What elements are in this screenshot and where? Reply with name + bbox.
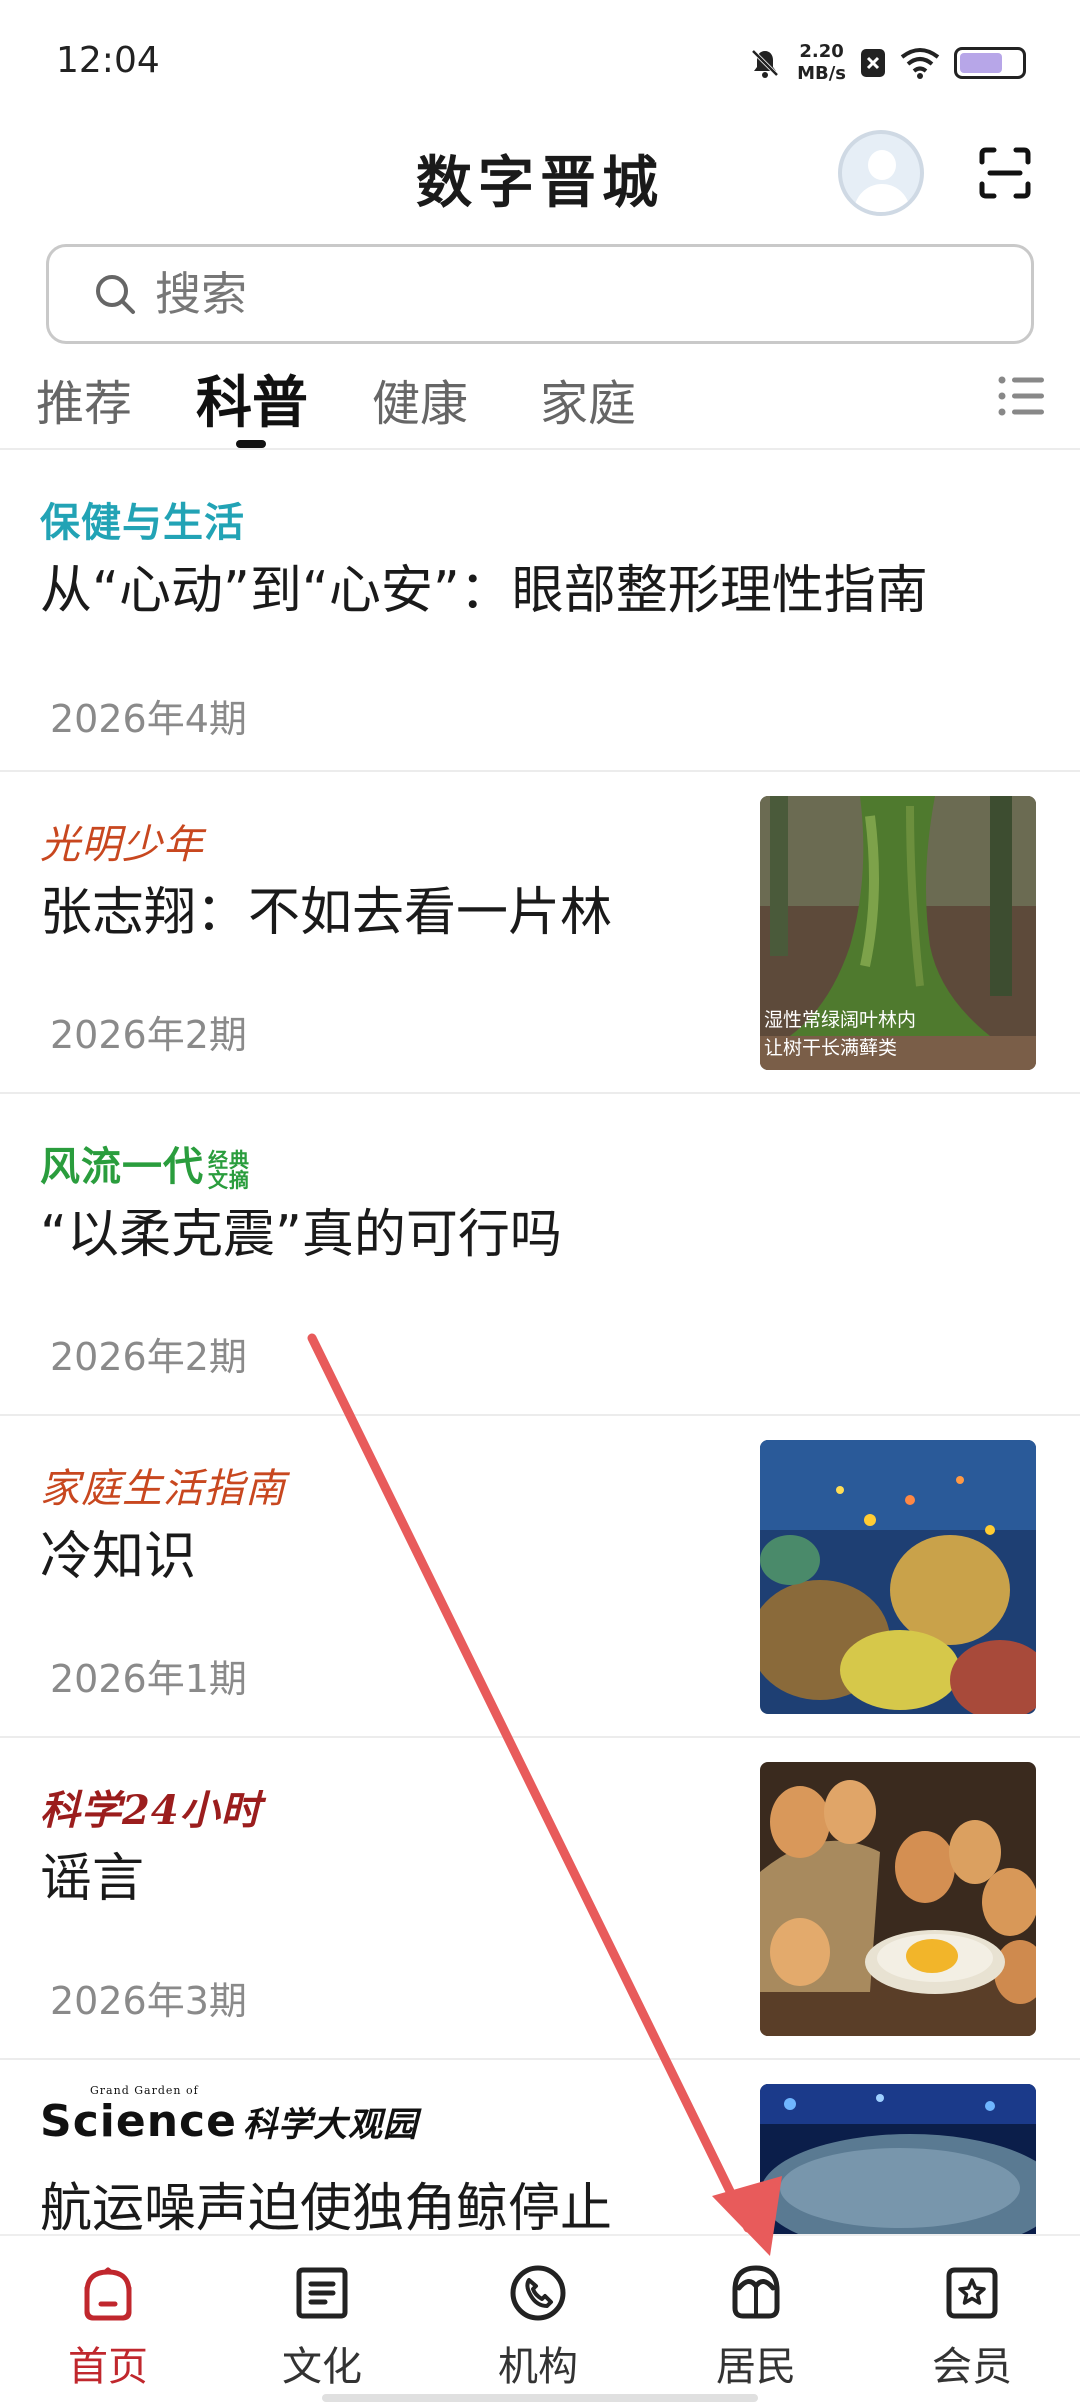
- article-issue: 2026年2期: [50, 1013, 247, 1057]
- status-bar: 12:04 2.20 MB/s: [0, 0, 1080, 120]
- eggs-image: [760, 1762, 1036, 2036]
- nav-member[interactable]: 会员: [902, 2262, 1042, 2392]
- search-icon: [96, 275, 135, 314]
- network-speed: 2.20 MB/s: [797, 41, 846, 85]
- source-logo: 科学24小时: [40, 1787, 262, 1834]
- user-avatar[interactable]: [838, 130, 924, 216]
- article-thumbnail-narwhal[interactable]: [760, 2084, 1036, 2234]
- search-bar[interactable]: [46, 244, 1034, 344]
- article-issue: 2026年4期: [50, 697, 247, 741]
- nav-label: 首页: [68, 2344, 148, 2390]
- phone-icon: [510, 2265, 566, 2321]
- app-header: 数字晋城: [0, 120, 1080, 230]
- forest-image: 湿性常绿阔叶林内 让树干长满藓类: [760, 796, 1036, 1070]
- member-star-icon: [946, 2267, 998, 2319]
- article-item[interactable]: 风流一代 经典文摘 “以柔克震”真的可行吗 2026年2期: [0, 1094, 1080, 1416]
- culture-icon: [296, 2267, 348, 2319]
- article-title[interactable]: 谣言: [40, 1844, 720, 1914]
- thumb-caption-2: 让树干长满藓类: [764, 1037, 897, 1059]
- article-thumbnail-eggs[interactable]: [760, 1762, 1036, 2036]
- narwhal-image: [760, 2084, 1036, 2234]
- source-name: Science: [40, 2096, 237, 2147]
- source-logo: 风流一代 经典文摘: [40, 1134, 252, 1192]
- article-issue: 2026年3期: [50, 1979, 247, 2023]
- resident-icon: [732, 2265, 780, 2319]
- article-item[interactable]: 家庭生活指南 冷知识 2026年1期: [0, 1416, 1080, 1738]
- source-name: 风流一代: [40, 1143, 204, 1190]
- article-feed: 保健与生活 从“心动”到“心安”：眼部整形理性指南 2026年4期 光明少年 张…: [0, 450, 1080, 2234]
- source-logo: 保健与生活: [40, 500, 245, 546]
- article-title[interactable]: 冷知识: [40, 1522, 720, 1592]
- article-title[interactable]: “以柔克震”真的可行吗: [40, 1200, 1040, 1270]
- tab-health[interactable]: 健康: [372, 364, 468, 434]
- scan-icon[interactable]: [978, 146, 1032, 200]
- nav-home[interactable]: 首页: [38, 2262, 178, 2392]
- article-item[interactable]: Grand Garden of Science 科学大观园 航运噪声迫使独角鲸停止: [0, 2060, 1080, 2234]
- article-issue: 2026年2期: [50, 1335, 247, 1379]
- status-time: 12:04: [56, 40, 160, 81]
- source-logo: 家庭生活指南: [40, 1466, 286, 1512]
- wifi-icon: [900, 48, 940, 79]
- nav-label: 机构: [498, 2344, 578, 2390]
- net-speed-value: 2.20: [799, 41, 844, 62]
- source-logo: 光明少年: [40, 822, 204, 868]
- article-title[interactable]: 张志翔：不如去看一片林: [40, 878, 720, 948]
- category-tabs: 推荐 科普 健康 家庭: [0, 350, 1080, 450]
- nav-label: 居民: [716, 2344, 796, 2390]
- status-icons: 2.20 MB/s: [747, 38, 1026, 88]
- article-thumbnail-forest[interactable]: 湿性常绿阔叶林内 让树干长满藓类: [760, 796, 1036, 1070]
- active-tab-indicator: [236, 440, 266, 448]
- coral-reef-image: [760, 1440, 1036, 1714]
- mute-bell-icon: [751, 49, 779, 78]
- net-speed-unit: MB/s: [797, 63, 846, 84]
- thumb-caption-1: 湿性常绿阔叶林内: [764, 1009, 916, 1031]
- article-thumbnail-coral[interactable]: [760, 1440, 1036, 1714]
- battery-icon: [954, 47, 1026, 79]
- bottom-navigation: 首页 文化 机构 居民 会员: [0, 2234, 1080, 2408]
- category-menu-icon[interactable]: [996, 370, 1048, 422]
- source-logo: Grand Garden of Science 科学大观园: [40, 2084, 418, 2147]
- nav-institution[interactable]: 机构: [468, 2262, 608, 2392]
- nav-resident[interactable]: 居民: [686, 2262, 826, 2392]
- nav-label: 会员: [932, 2344, 1012, 2390]
- nav-culture[interactable]: 文化: [252, 2262, 392, 2392]
- article-title[interactable]: 航运噪声迫使独角鲸停止: [40, 2174, 720, 2234]
- article-item[interactable]: 保健与生活 从“心动”到“心安”：眼部整形理性指南 2026年4期: [0, 450, 1080, 772]
- home-icon: [84, 2267, 132, 2321]
- tab-family[interactable]: 家庭: [540, 364, 636, 434]
- article-item[interactable]: 光明少年 张志翔：不如去看一片林 2026年2期 湿性常绿阔叶林内 让树干长满藓…: [0, 772, 1080, 1094]
- search-input[interactable]: [155, 267, 955, 321]
- article-item[interactable]: 科学24小时 谣言 2026年3期: [0, 1738, 1080, 2060]
- nav-label: 文化: [282, 2344, 362, 2390]
- tab-science[interactable]: 科普: [196, 358, 308, 439]
- tab-recommend[interactable]: 推荐: [36, 364, 132, 434]
- home-indicator: [322, 2394, 758, 2402]
- source-sub: 科学大观园: [242, 2105, 418, 2145]
- source-tiny-label: Grand Garden of: [90, 2084, 199, 2097]
- article-issue: 2026年1期: [50, 1657, 247, 1701]
- sim-blocked-icon: [861, 49, 885, 77]
- battery-fill: [960, 53, 1002, 73]
- source-sub: 经典文摘: [208, 1148, 250, 1192]
- article-title[interactable]: 从“心动”到“心安”：眼部整形理性指南: [40, 556, 1040, 626]
